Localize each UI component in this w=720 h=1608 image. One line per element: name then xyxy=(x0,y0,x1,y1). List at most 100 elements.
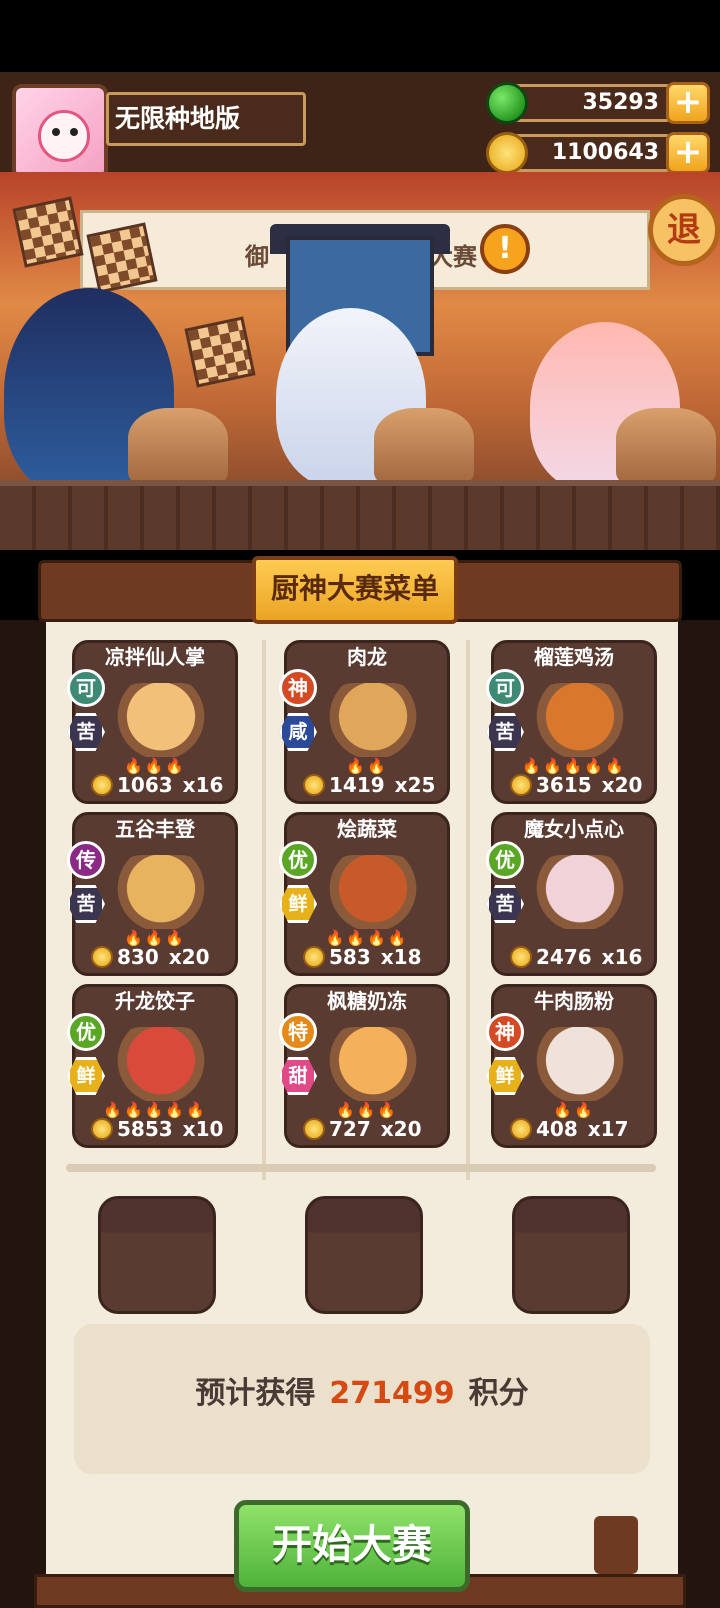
coin-amount: 1100643 xyxy=(512,134,672,172)
dish-image xyxy=(534,683,626,757)
dish-quantity: x17 xyxy=(587,1117,629,1141)
dish-quantity: x18 xyxy=(380,945,422,969)
dish-card[interactable]: 升龙饺子优鲜 🔥🔥🔥🔥🔥 5853 x10 xyxy=(67,984,238,1148)
dish-price: 583 xyxy=(329,945,371,969)
player-avatar[interactable] xyxy=(12,84,108,180)
banner-left-text: 御 xyxy=(245,243,269,271)
checker-board-decoration xyxy=(12,196,84,268)
dish-grade-badge: 可 xyxy=(486,669,524,707)
dish-grade-badge: 优 xyxy=(67,1013,105,1051)
dish-name: 肉龙 xyxy=(347,645,387,669)
dish-image xyxy=(115,683,207,757)
dish-taste-badge: 甜 xyxy=(279,1057,317,1095)
add-coin-button[interactable]: + xyxy=(666,132,710,174)
dish-grade-badge: 优 xyxy=(279,841,317,879)
dish-image xyxy=(534,855,626,929)
avatar-eye-right xyxy=(70,128,78,136)
jade-icon xyxy=(486,82,528,124)
coin-icon xyxy=(303,1118,325,1140)
dish-price-row: 5853 x10 xyxy=(91,1117,231,1141)
dish-price-row: 583 x18 xyxy=(303,945,443,969)
dish-card[interactable]: 榴莲鸡汤可苦 🔥🔥🔥🔥🔥 3615 x20 xyxy=(486,640,657,804)
dish-name: 五谷丰登 xyxy=(115,817,195,841)
coin-icon xyxy=(486,132,528,174)
start-contest-button[interactable]: 开始大赛 xyxy=(234,1500,470,1592)
section-divider xyxy=(66,1164,656,1172)
dish-quantity: x20 xyxy=(601,773,643,797)
dish-price-row: 1063 x16 xyxy=(91,773,231,797)
dish-price-row: 408 x17 xyxy=(510,1117,650,1141)
utensil-holder-decoration xyxy=(594,1516,638,1574)
dish-taste-badge: 苦 xyxy=(67,713,105,751)
tagine-pot xyxy=(128,408,228,484)
dish-card[interactable]: 枫糖奶冻特甜 🔥🔥🔥 727 x20 xyxy=(279,984,450,1148)
coin-icon xyxy=(510,1118,532,1140)
dish-taste-badge: 鲜 xyxy=(67,1057,105,1095)
dish-grade-badge: 特 xyxy=(279,1013,317,1051)
dish-price: 408 xyxy=(536,1117,578,1141)
add-jade-button[interactable]: + xyxy=(666,82,710,124)
dish-price: 727 xyxy=(329,1117,371,1141)
checker-board-decoration xyxy=(184,316,256,388)
dish-name: 魔女小点心 xyxy=(524,817,624,841)
dish-price: 2476 xyxy=(536,945,592,969)
dish-quantity: x20 xyxy=(168,945,210,969)
dish-taste-badge: 鲜 xyxy=(486,1057,524,1095)
avatar-face xyxy=(38,110,90,162)
dish-taste-badge: 苦 xyxy=(67,885,105,923)
dish-quantity: x16 xyxy=(601,945,643,969)
estimate-line: 预计获得 271499 积分 xyxy=(74,1368,650,1412)
dish-price-row: 830 x20 xyxy=(91,945,231,969)
dish-slot-1[interactable] xyxy=(98,1196,216,1314)
dish-quantity: x20 xyxy=(380,1117,422,1141)
dish-price-row: 3615 x20 xyxy=(510,773,650,797)
dish-slot-3[interactable] xyxy=(512,1196,630,1314)
dish-card[interactable]: 魔女小点心优苦 2476 x16 xyxy=(486,812,657,976)
player-name: 无限种地版 xyxy=(106,92,306,146)
jade-amount: 35293 xyxy=(512,84,672,122)
dish-grade-badge: 可 xyxy=(67,669,105,707)
dish-quantity: x16 xyxy=(182,773,224,797)
dish-price-row: 2476 x16 xyxy=(510,945,650,969)
coin-icon xyxy=(510,774,532,796)
dish-name: 榴莲鸡汤 xyxy=(534,645,614,669)
dish-price: 1419 xyxy=(329,773,385,797)
coin-icon xyxy=(91,774,113,796)
dish-card[interactable]: 五谷丰登传苦 🔥🔥🔥 830 x20 xyxy=(67,812,238,976)
estimate-value: 271499 xyxy=(329,1376,455,1411)
tagine-pot xyxy=(616,408,716,484)
dish-price: 830 xyxy=(117,945,159,969)
dish-image xyxy=(115,1027,207,1101)
dish-taste-badge: 鲜 xyxy=(279,885,317,923)
dish-name: 牛肉肠粉 xyxy=(534,989,614,1013)
dish-card[interactable]: 肉龙神咸 🔥🔥 1419 x25 xyxy=(279,640,450,804)
dish-grade-badge: 优 xyxy=(486,841,524,879)
status-bar-area xyxy=(0,0,720,72)
dish-quantity: x25 xyxy=(394,773,436,797)
dish-card[interactable]: 烩蔬菜优鲜 🔥🔥🔥🔥 583 x18 xyxy=(279,812,450,976)
dish-image xyxy=(115,855,207,929)
jade-currency: 35293 + xyxy=(486,82,712,124)
column-divider xyxy=(466,640,470,1180)
estimate-prefix: 预计获得 xyxy=(195,1376,316,1411)
coin-icon xyxy=(91,1118,113,1140)
dish-card[interactable]: 凉拌仙人掌可苦 🔥🔥🔥 1063 x16 xyxy=(67,640,238,804)
coin-icon xyxy=(91,946,113,968)
dish-image xyxy=(534,1027,626,1101)
left-backdrop xyxy=(0,620,46,1608)
dish-name: 烩蔬菜 xyxy=(337,817,397,841)
stage-counter xyxy=(0,480,720,550)
dish-image xyxy=(327,855,419,929)
dish-price: 5853 xyxy=(117,1117,173,1141)
menu-title: 厨神大赛菜单 xyxy=(252,556,458,624)
coin-icon xyxy=(303,774,325,796)
dish-price-row: 727 x20 xyxy=(303,1117,443,1141)
dish-slot-2[interactable] xyxy=(305,1196,423,1314)
column-divider xyxy=(262,640,266,1180)
dish-name: 升龙饺子 xyxy=(115,989,195,1013)
checker-board-decoration xyxy=(86,222,158,294)
dish-card[interactable]: 牛肉肠粉神鲜 🔥🔥 408 x17 xyxy=(486,984,657,1148)
exit-button[interactable]: 退 xyxy=(648,194,720,266)
dish-grade-badge: 神 xyxy=(279,669,317,707)
alert-icon[interactable]: ! xyxy=(480,224,530,274)
